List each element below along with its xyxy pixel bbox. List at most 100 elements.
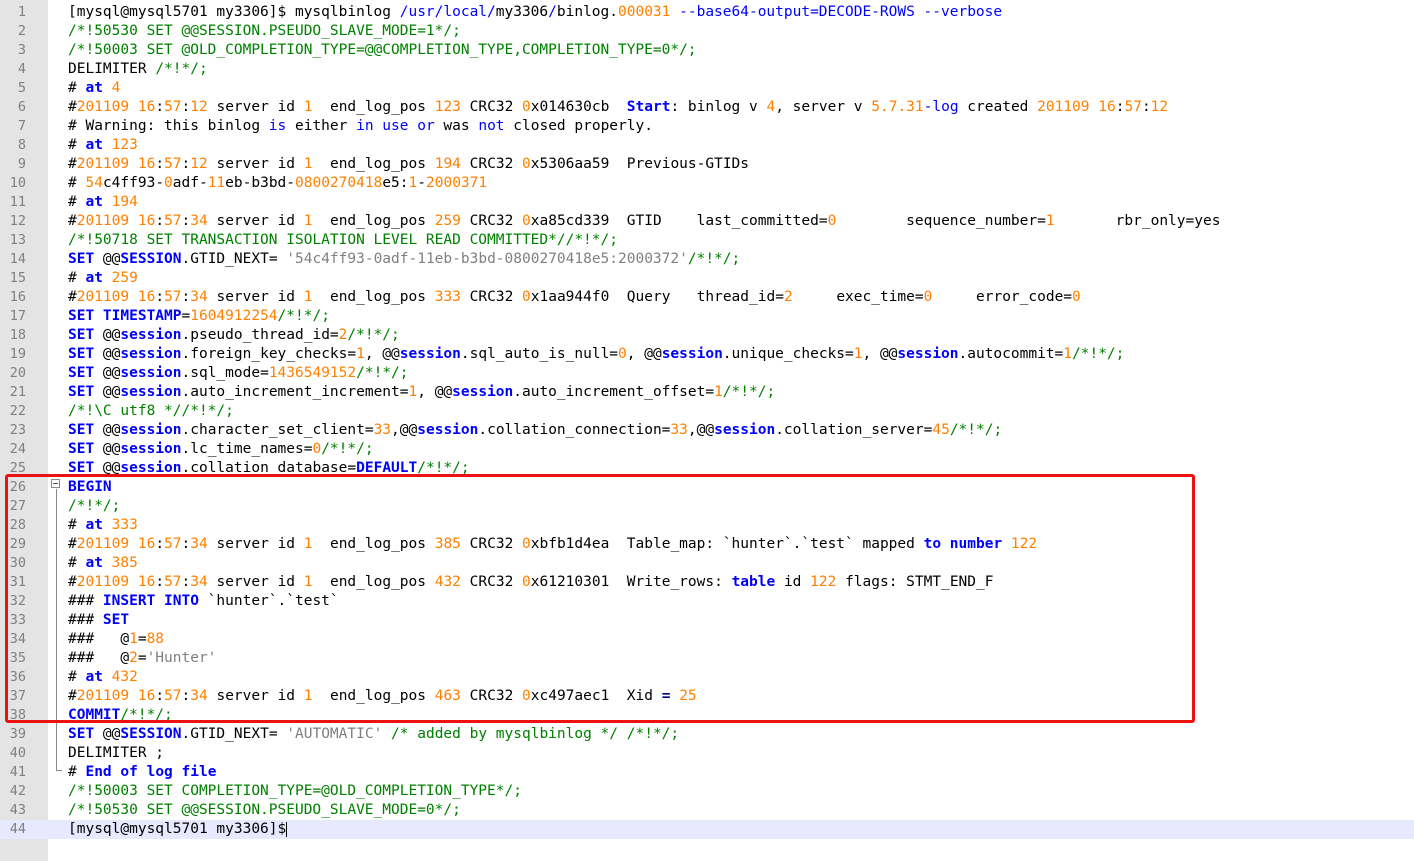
code-text[interactable]: /*!50530 SET @@SESSION.PSEUDO_SLAVE_MODE… — [68, 22, 461, 41]
code-token: : — [155, 213, 165, 229]
code-line[interactable]: 8 # at 123 — [0, 136, 1414, 155]
code-line[interactable]: 16 #201109 16:57:34 server id 1 end_log_p… — [0, 288, 1414, 307]
code-line[interactable]: 36 # at 432 — [0, 668, 1414, 687]
code-line[interactable]: 21 SET @@session.auto_increment_increment… — [0, 383, 1414, 402]
code-line[interactable]: 43 /*!50530 SET @@SESSION.PSEUDO_SLAVE_MO… — [0, 801, 1414, 820]
code-text[interactable]: #201109 16:57:34 server id 1 end_log_pos… — [68, 212, 1220, 231]
code-line[interactable]: 33 ### SET — [0, 611, 1414, 630]
code-token: /*!*/; — [687, 251, 741, 267]
code-text[interactable]: # at 432 — [68, 668, 138, 687]
code-text[interactable]: #201109 16:57:34 server id 1 end_log_pos… — [68, 687, 697, 706]
code-text[interactable]: SET @@SESSION.GTID_NEXT= '54c4ff93-0adf-… — [68, 250, 740, 269]
code-line[interactable]: 19 SET @@session.foreign_key_checks=1, @@… — [0, 345, 1414, 364]
code-line[interactable]: 41 # End of log file — [0, 763, 1414, 782]
code-text[interactable]: # Warning: this binlog is either in use … — [68, 117, 653, 136]
code-line[interactable]: 34 ### @1=88 — [0, 630, 1414, 649]
code-text[interactable]: COMMIT/*!*/; — [68, 706, 173, 725]
code-line[interactable]: 30 # at 385 — [0, 554, 1414, 573]
code-text[interactable]: #201109 16:57:34 server id 1 end_log_pos… — [68, 573, 993, 592]
code-line[interactable]: 40 DELIMITER ; — [0, 744, 1414, 763]
code-line[interactable]: 6 #201109 16:57:12 server id 1 end_log_po… — [0, 98, 1414, 117]
code-line[interactable]: 9 #201109 16:57:12 server id 1 end_log_po… — [0, 155, 1414, 174]
code-line[interactable]: 28 # at 333 — [0, 516, 1414, 535]
code-text[interactable]: # 54c4ff93-0adf-11eb-b3bd-0800270418e5:1… — [68, 174, 487, 193]
code-text[interactable]: BEGIN — [68, 478, 112, 497]
code-text[interactable]: # at 4 — [68, 79, 120, 98]
code-text[interactable]: /*!50718 SET TRANSACTION ISOLATION LEVEL… — [68, 231, 618, 250]
code-text[interactable]: SET @@session.character_set_client=33,@@… — [68, 421, 1002, 440]
code-line[interactable]: 26 BEGIN — [0, 478, 1414, 497]
code-token: .foreign_key_checks= — [181, 346, 357, 362]
code-line[interactable]: 31 #201109 16:57:34 server id 1 end_log_p… — [0, 573, 1414, 592]
code-line[interactable]: 18 SET @@session.pseudo_thread_id=2/*!*/; — [0, 326, 1414, 345]
code-text[interactable]: ### @1=88 — [68, 630, 164, 649]
code-text[interactable]: # at 333 — [68, 516, 138, 535]
code-line[interactable]: 27 /*!*/; — [0, 497, 1414, 516]
code-text[interactable]: # at 385 — [68, 554, 138, 573]
code-token: ,@@ — [687, 422, 715, 438]
code-line[interactable]: 25 SET @@session.collation_database=DEFAU… — [0, 459, 1414, 478]
code-text[interactable]: # at 194 — [68, 193, 138, 212]
code-text[interactable]: ### @2='Hunter' — [68, 649, 216, 668]
code-line[interactable]: 22 /*!\C utf8 *//*!*/; — [0, 402, 1414, 421]
code-text[interactable]: SET TIMESTAMP=1604912254/*!*/; — [68, 307, 330, 326]
text-editor[interactable]: 1 [mysql@mysql5701 my3306]$ mysqlbinlog /… — [0, 0, 1414, 861]
code-token: 385 — [111, 555, 138, 571]
code-text[interactable]: /*!\C utf8 *//*!*/; — [68, 402, 234, 421]
code-line[interactable]: 32 ### INSERT INTO `hunter`.`test` — [0, 592, 1414, 611]
code-text[interactable]: # End of log file — [68, 763, 216, 782]
code-lines[interactable]: 1 [mysql@mysql5701 my3306]$ mysqlbinlog /… — [0, 3, 1414, 839]
code-text[interactable]: #201109 16:57:12 server id 1 end_log_pos… — [68, 155, 749, 174]
code-token: SESSION — [120, 251, 182, 267]
code-text[interactable]: [mysql@mysql5701 my3306]$ mysqlbinlog /u… — [68, 3, 1002, 22]
code-token: session — [452, 384, 514, 400]
code-line[interactable]: 10 # 54c4ff93-0adf-11eb-b3bd-0800270418e5… — [0, 174, 1414, 193]
code-line[interactable]: 39 SET @@SESSION.GTID_NEXT= 'AUTOMATIC' /… — [0, 725, 1414, 744]
code-line[interactable]: 11 # at 194 — [0, 193, 1414, 212]
code-line[interactable]: 38 COMMIT/*!*/; — [0, 706, 1414, 725]
code-text[interactable]: #201109 16:57:34 server id 1 end_log_pos… — [68, 288, 1081, 307]
code-line[interactable]: 17 SET TIMESTAMP=1604912254/*!*/; — [0, 307, 1414, 326]
code-line[interactable]: 42 /*!50003 SET COMPLETION_TYPE=@OLD_COMP… — [0, 782, 1414, 801]
code-line[interactable]: 20 SET @@session.sql_mode=1436549152/*!*/… — [0, 364, 1414, 383]
code-line[interactable]: 35 ### @2='Hunter' — [0, 649, 1414, 668]
code-token: 2 — [783, 289, 793, 305]
code-text[interactable]: SET @@session.collation_database=DEFAULT… — [68, 459, 470, 478]
code-text[interactable]: /*!50530 SET @@SESSION.PSEUDO_SLAVE_MODE… — [68, 801, 461, 820]
code-line[interactable]: 23 SET @@session.character_set_client=33,… — [0, 421, 1414, 440]
code-text[interactable]: SET @@session.foreign_key_checks=1, @@se… — [68, 345, 1124, 364]
code-text[interactable]: SET @@session.pseudo_thread_id=2/*!*/; — [68, 326, 400, 345]
code-line[interactable]: 4 DELIMITER /*!*/; — [0, 60, 1414, 79]
code-line[interactable]: 1 [mysql@mysql5701 my3306]$ mysqlbinlog /… — [0, 3, 1414, 22]
code-line[interactable]: 13 /*!50718 SET TRANSACTION ISOLATION LEV… — [0, 231, 1414, 250]
code-text[interactable]: DELIMITER ; — [68, 744, 164, 763]
code-text[interactable]: SET @@SESSION.GTID_NEXT= 'AUTOMATIC' /* … — [68, 725, 679, 744]
code-line[interactable]: 7 # Warning: this binlog is either in use… — [0, 117, 1414, 136]
code-text[interactable]: ### SET — [68, 611, 129, 630]
code-text[interactable]: [mysql@mysql5701 my3306]$ — [68, 820, 288, 839]
code-text[interactable]: SET @@session.sql_mode=1436549152/*!*/; — [68, 364, 409, 383]
code-line[interactable]: 37 #201109 16:57:34 server id 1 end_log_p… — [0, 687, 1414, 706]
code-line[interactable]: 29 #201109 16:57:34 server id 1 end_log_p… — [0, 535, 1414, 554]
code-line[interactable]: 5 # at 4 — [0, 79, 1414, 98]
code-line[interactable]: 3 /*!50003 SET @OLD_COMPLETION_TYPE=@@COM… — [0, 41, 1414, 60]
code-line[interactable]: 44 [mysql@mysql5701 my3306]$ — [0, 820, 1414, 839]
code-line[interactable]: 14 SET @@SESSION.GTID_NEXT= '54c4ff93-0ad… — [0, 250, 1414, 269]
code-text[interactable]: DELIMITER /*!*/; — [68, 60, 208, 79]
code-text[interactable]: /*!*/; — [68, 497, 120, 516]
line-number: 27 — [9, 498, 26, 514]
code-text[interactable]: # at 123 — [68, 136, 138, 155]
code-line[interactable]: 15 # at 259 — [0, 269, 1414, 288]
code-text[interactable]: /*!50003 SET @OLD_COMPLETION_TYPE=@@COMP… — [68, 41, 697, 60]
code-text[interactable]: #201109 16:57:34 server id 1 end_log_pos… — [68, 535, 1037, 554]
code-line[interactable]: 24 SET @@session.lc_time_names=0/*!*/; — [0, 440, 1414, 459]
code-token: : binlog v — [670, 99, 767, 115]
code-line[interactable]: 12 #201109 16:57:34 server id 1 end_log_p… — [0, 212, 1414, 231]
code-text[interactable]: #201109 16:57:12 server id 1 end_log_pos… — [68, 98, 1168, 117]
code-text[interactable]: /*!50003 SET COMPLETION_TYPE=@OLD_COMPLE… — [68, 782, 522, 801]
code-text[interactable]: SET @@session.lc_time_names=0/*!*/; — [68, 440, 374, 459]
code-text[interactable]: SET @@session.auto_increment_increment=1… — [68, 383, 775, 402]
code-text[interactable]: # at 259 — [68, 269, 138, 288]
code-line[interactable]: 2 /*!50530 SET @@SESSION.PSEUDO_SLAVE_MOD… — [0, 22, 1414, 41]
code-text[interactable]: ### INSERT INTO `hunter`.`test` — [68, 592, 339, 611]
